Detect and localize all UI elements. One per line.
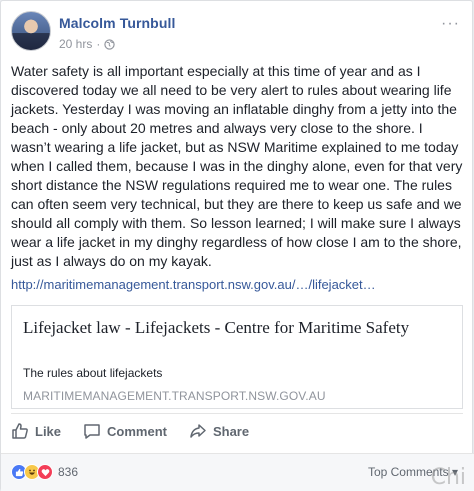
- post-card: Malcolm Turnbull 20 hrs · ··· Water safe…: [0, 0, 474, 491]
- preview-description: The rules about lifejackets: [23, 366, 163, 380]
- reactions-footer: 836 Top Comments ▾: [1, 453, 474, 491]
- watermark-text: Chi: [430, 465, 466, 490]
- link-preview-card[interactable]: Lifejacket law - Lifejackets - Centre fo…: [11, 305, 463, 409]
- post-body: Water safety is all important especially…: [11, 63, 463, 269]
- thumbs-up-icon: [12, 423, 28, 439]
- share-icon: [190, 424, 206, 438]
- author-avatar[interactable]: [11, 11, 51, 51]
- author-name[interactable]: Malcolm Turnbull: [59, 15, 175, 31]
- post-options-icon[interactable]: ···: [441, 15, 460, 33]
- post-time[interactable]: 20 hrs: [59, 37, 92, 51]
- comment-icon: [84, 424, 100, 439]
- separator-dot: ·: [96, 37, 101, 51]
- post-header: Malcolm Turnbull 20 hrs ·: [11, 11, 175, 53]
- like-button[interactable]: Like: [11, 422, 61, 440]
- like-label: Like: [35, 423, 62, 439]
- reaction-summary[interactable]: 836: [11, 464, 78, 480]
- globe-icon[interactable]: [104, 38, 116, 50]
- divider: [11, 413, 463, 414]
- comment-button[interactable]: Comment: [83, 422, 167, 440]
- preview-domain: MARITIMEMANAGEMENT.TRANSPORT.NSW.GOV.AU: [23, 389, 326, 403]
- post-meta: Malcolm Turnbull 20 hrs ·: [59, 11, 175, 53]
- post-link[interactable]: http://maritimemanagement.transport.nsw.…: [11, 277, 376, 292]
- preview-title[interactable]: Lifejacket law - Lifejackets - Centre fo…: [23, 317, 453, 338]
- share-button[interactable]: Share: [189, 422, 249, 440]
- love-reaction-icon: [37, 464, 53, 480]
- comment-label: Comment: [107, 423, 167, 439]
- share-label: Share: [212, 423, 250, 439]
- timestamp-row: 20 hrs ·: [59, 37, 175, 51]
- reaction-count[interactable]: 836: [58, 465, 78, 479]
- action-bar: Like Comment Share: [11, 421, 271, 441]
